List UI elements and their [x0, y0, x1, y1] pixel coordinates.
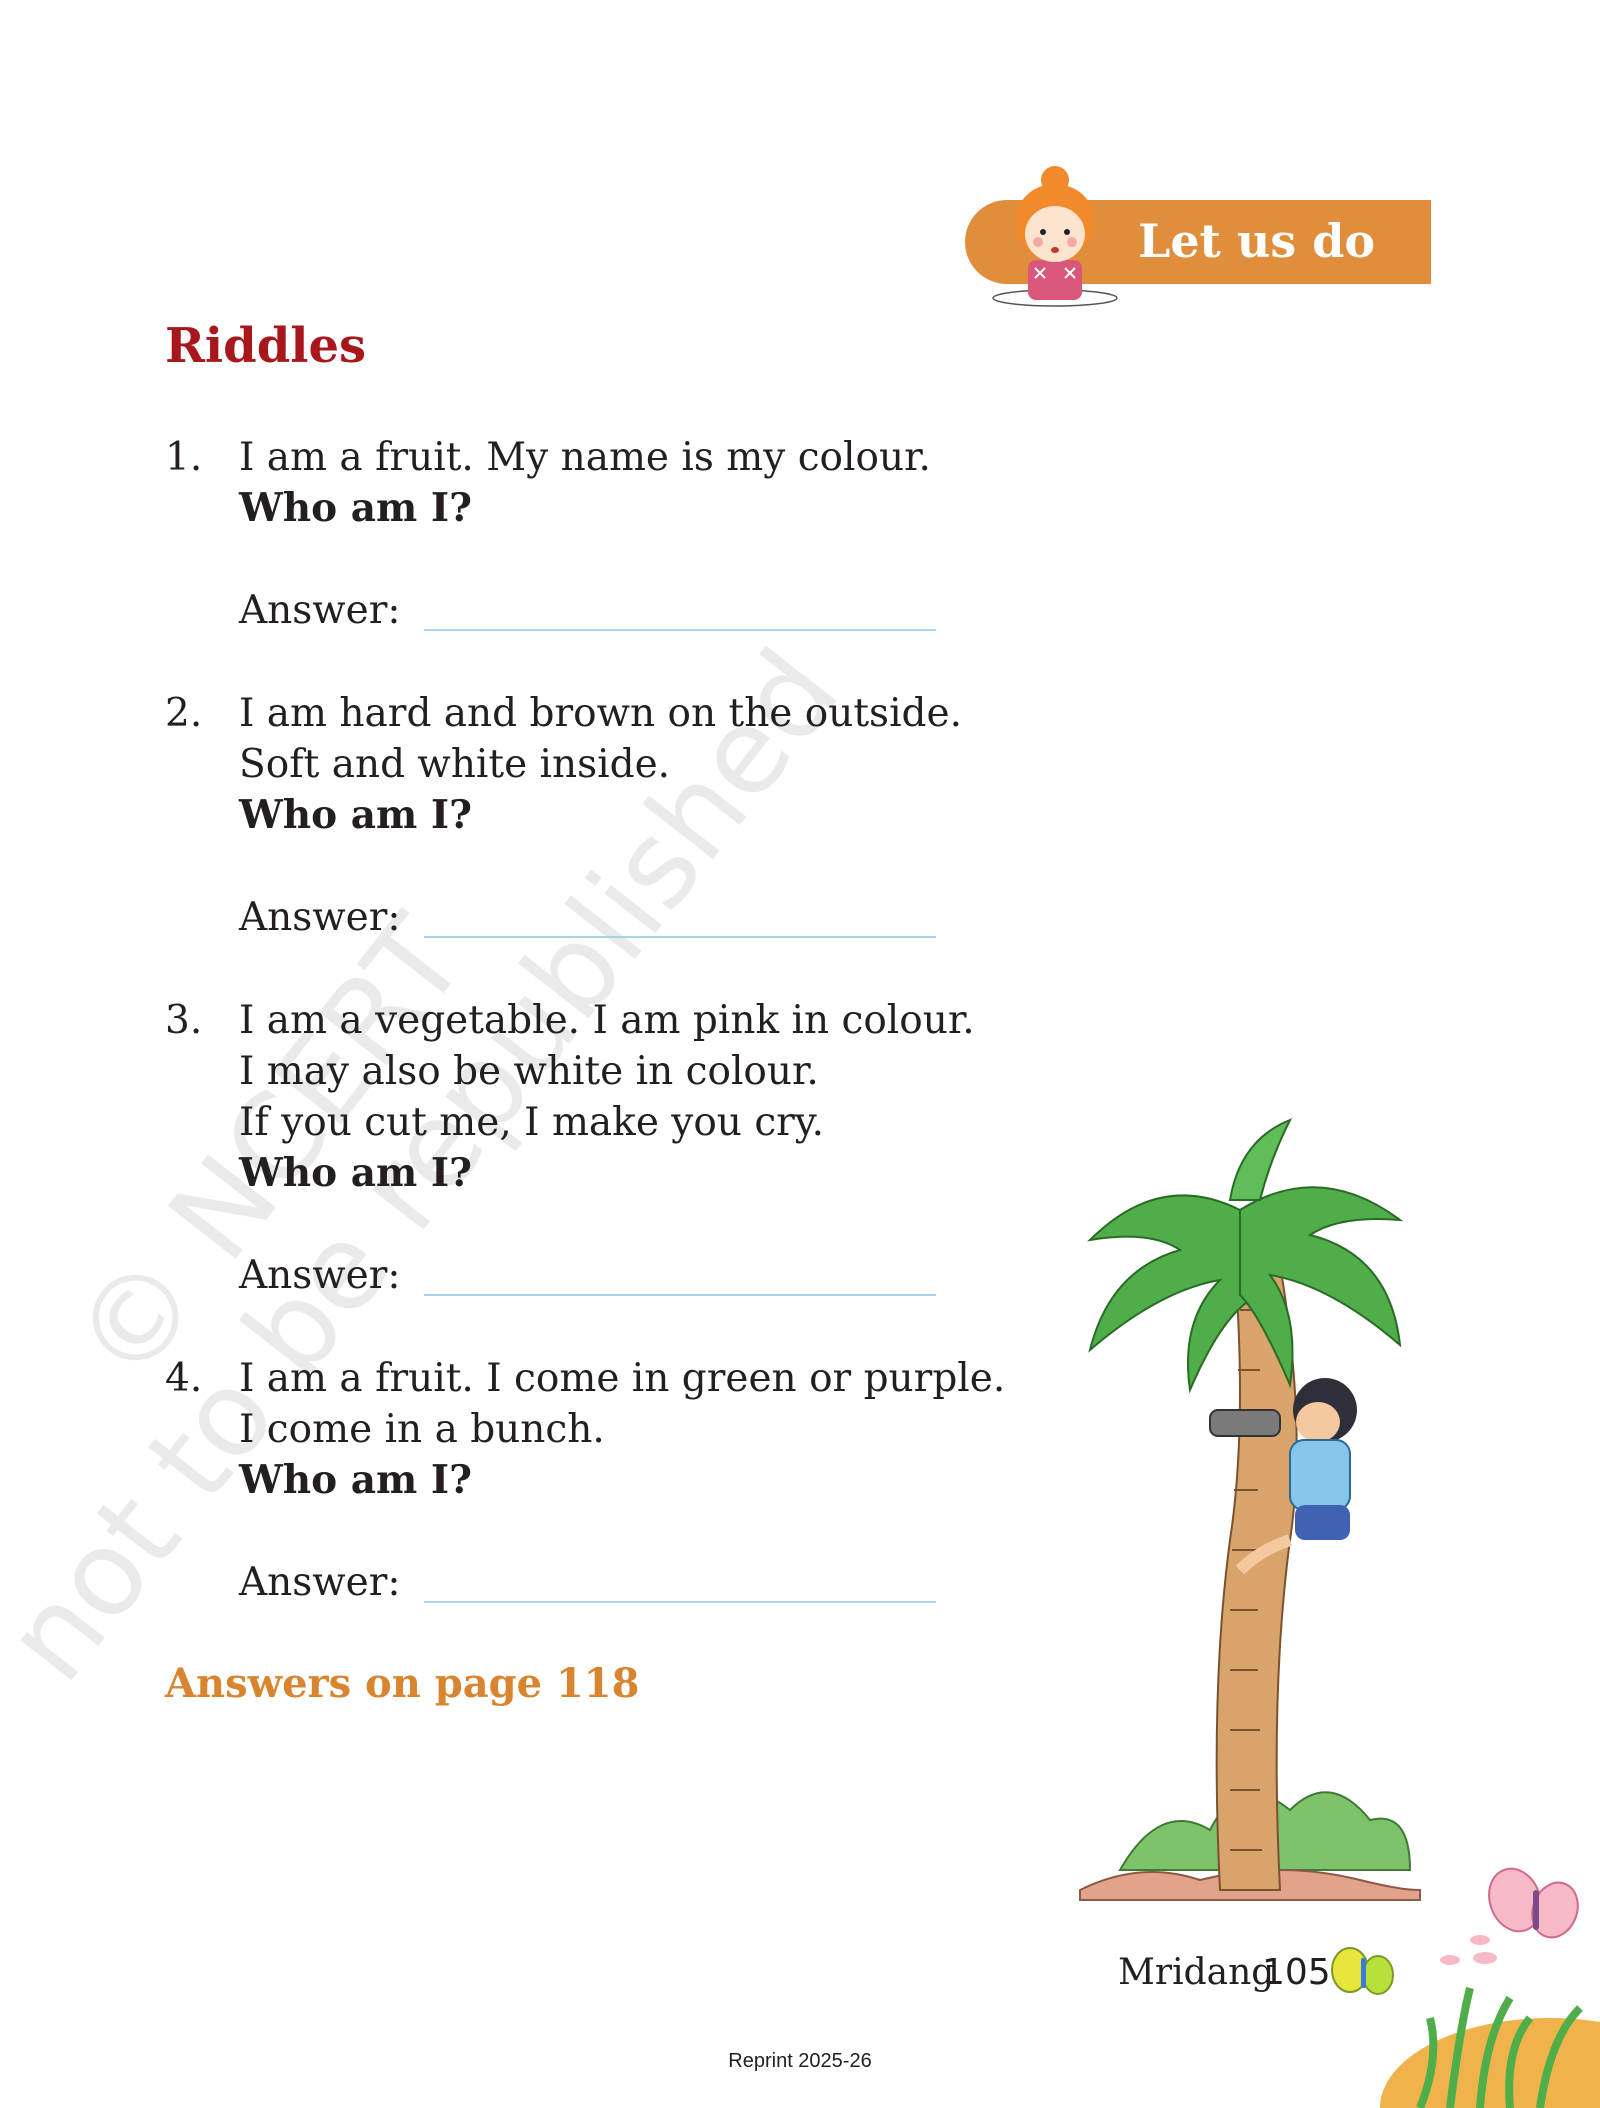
- riddle-line: I come in a bunch.: [239, 1407, 605, 1452]
- answer-label: Answer:: [239, 588, 401, 633]
- let-us-do-label: Let us do: [1138, 214, 1376, 268]
- page-number: 105: [1262, 1952, 1331, 1993]
- riddle-body: I am a fruit. I come in green or purple.…: [239, 1353, 1139, 1506]
- riddle-body: I am a fruit. My name is my colour. Who …: [239, 432, 1139, 534]
- riddle-question: Who am I?: [239, 1150, 472, 1196]
- pink-butterfly-icon: [1488, 1867, 1579, 1939]
- riddle-line: If you cut me, I make you cry.: [239, 1100, 825, 1145]
- page-title: Riddles: [165, 318, 367, 374]
- riddle-line: Soft and white inside.: [239, 742, 671, 787]
- answer-row: Answer:: [239, 1557, 936, 1608]
- answer-label: Answer:: [239, 1253, 401, 1298]
- riddle-number: 2.: [165, 691, 203, 736]
- answer-label: Answer:: [239, 1560, 401, 1605]
- book-title: Mridang: [1118, 1952, 1275, 1993]
- riddle-line: I am a fruit. My name is my colour.: [239, 435, 931, 480]
- answer-line[interactable]: [424, 1601, 936, 1603]
- answer-row: Answer:: [239, 892, 936, 943]
- riddle-number: 3.: [165, 998, 203, 1043]
- answer-line[interactable]: [424, 936, 936, 938]
- answer-row: Answer:: [239, 585, 936, 636]
- riddle-line: I am a fruit. I come in green or purple.: [239, 1356, 1006, 1401]
- riddle-line: I am a vegetable. I am pink in colour.: [239, 998, 975, 1043]
- riddle-line: I am hard and brown on the outside.: [239, 691, 962, 736]
- riddle-question: Who am I?: [239, 1457, 472, 1503]
- answer-line[interactable]: [424, 1294, 936, 1296]
- answers-note: Answers on page 118: [165, 1660, 640, 1707]
- answer-row: Answer:: [239, 1250, 936, 1301]
- riddle-question: Who am I?: [239, 485, 472, 531]
- yellow-butterfly-icon: [1331, 1947, 1394, 1995]
- riddle-number: 4.: [165, 1356, 203, 1401]
- riddle-line: I may also be white in colour.: [239, 1049, 819, 1094]
- reprint-note: Reprint 2025-26: [728, 2050, 872, 2072]
- riddle-body: I am hard and brown on the outside. Soft…: [239, 688, 1139, 841]
- riddle-question: Who am I?: [239, 792, 472, 838]
- answer-line[interactable]: [424, 629, 936, 631]
- answer-label: Answer:: [239, 895, 401, 940]
- riddle-body: I am a vegetable. I am pink in colour. I…: [239, 995, 1139, 1199]
- boy-climbing-tree-illustration: [1079, 1118, 1421, 1901]
- girl-illustration: [992, 166, 1118, 307]
- riddle-number: 1.: [165, 435, 203, 480]
